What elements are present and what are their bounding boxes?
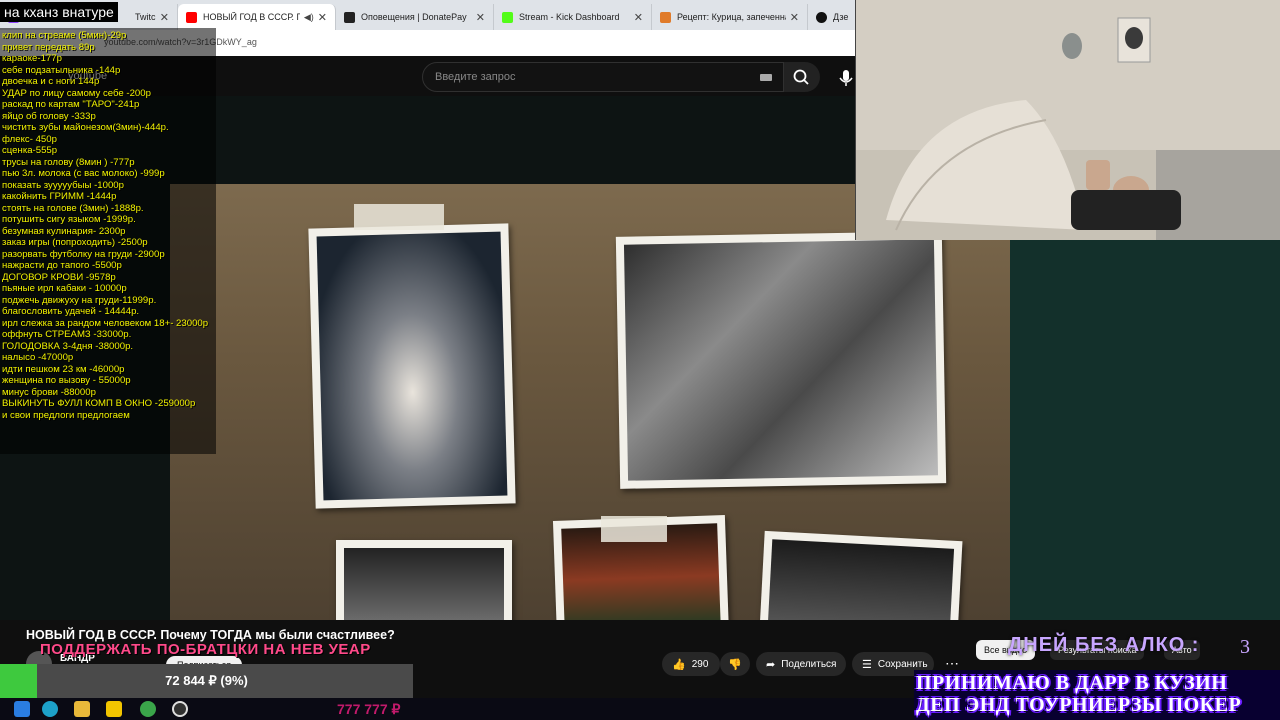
video-photo-tape xyxy=(601,516,667,542)
recipe-icon xyxy=(660,11,671,23)
video-title[interactable]: НОВЫЙ ГОД В СССР. Почему ТОГДА мы были с… xyxy=(26,628,395,642)
price-list-item: яйцо об голову -333р xyxy=(2,110,96,122)
close-icon[interactable]: ✕ xyxy=(160,11,169,24)
price-list-item: ДОГОВОР КРОВИ -9578р xyxy=(2,271,116,283)
price-list-item: привет передать 89р xyxy=(2,41,95,53)
like-count: 290 xyxy=(691,658,709,670)
tab-label: Оповещения | DonatePay xyxy=(361,12,467,22)
price-list-item: женщина по вызову - 55000р xyxy=(2,375,131,386)
price-list-item: идти пешком 23 км -46000р xyxy=(2,363,125,375)
dislike-button[interactable]: 👎 xyxy=(720,652,750,676)
video-photo-small-3 xyxy=(759,530,963,620)
banner-line-1: ПРИНИМАЮ В ДАРР В КУЗИН xyxy=(916,672,1228,694)
video-photo-baby xyxy=(615,231,947,489)
webcam-feed xyxy=(855,0,1280,240)
tab-youtube[interactable]: НОВЫЙ ГОД В СССР. Поче ◀) ✕ xyxy=(178,4,336,30)
promo-banner: ПРИНИМАЮ В ДАРР В КУЗИН ДЕП ЭНД ТОУРНИЕР… xyxy=(914,670,1280,720)
kick-icon xyxy=(502,11,513,23)
youtube-icon xyxy=(186,11,197,23)
price-list-item: разорвать футболку на груди -2900р xyxy=(2,248,165,260)
tab-label: Рецепт: Курица, запеченная в xyxy=(677,12,786,22)
days-sober-count: 3 xyxy=(1240,636,1250,658)
close-icon[interactable]: ✕ xyxy=(790,11,799,24)
close-icon[interactable]: ✕ xyxy=(318,11,327,24)
last-donation: 777 777 ₽ xyxy=(337,701,401,717)
share-label: Поделиться xyxy=(781,658,837,670)
price-list-item: благословить удачей - 14444р. xyxy=(2,306,140,317)
search-input[interactable]: Введите запрос xyxy=(422,62,784,92)
video-photo-girl xyxy=(308,223,516,509)
file-explorer-icon[interactable] xyxy=(74,701,90,717)
price-list-item: показать зууууубыы -1000р xyxy=(2,179,124,191)
speaker-icon[interactable]: ◀) xyxy=(304,12,314,23)
price-list-item: клип на стреаме (5мин)-29р xyxy=(2,30,127,41)
price-list-item: ирл слежка за рандом человеком 18+- 2300… xyxy=(2,317,209,329)
price-list-item: пьяные ирл кабаки - 10000р xyxy=(2,283,127,294)
stream-title: на кханз внатуре xyxy=(0,2,118,22)
banner-line-2: ДЕП ЭНД ТОУРНИЕРЗЫ ПОКЕР xyxy=(916,694,1242,716)
price-list-item: пью 3л. молока (с вас молоко) -999р xyxy=(2,168,165,179)
share-button[interactable]: ➦ Поделиться xyxy=(756,652,846,676)
donation-goal-amount: 72 844 ₽ (9%) xyxy=(165,673,248,688)
price-list-item: чистить зубы майонезом(3мин)-444р. xyxy=(2,122,169,133)
thumbs-up-icon: 👍 xyxy=(672,658,686,671)
donation-goal-bar: 72 844 ₽ (9%) xyxy=(0,664,413,698)
price-list-item: и свои предлоги предлогаем xyxy=(2,409,130,421)
chrome-icon[interactable] xyxy=(140,701,156,717)
save-label: Сохранить xyxy=(877,658,928,670)
price-list-item: ГОЛОДОВКА 3-4дня -38000р. xyxy=(2,340,134,352)
obs-icon[interactable] xyxy=(172,701,188,717)
price-list-item: поджечь движуху на груди-11999р. xyxy=(2,294,157,306)
price-list-item: безумная кулинария- 2300р xyxy=(2,225,126,237)
search-icon xyxy=(793,69,809,85)
close-icon[interactable]: ✕ xyxy=(476,11,485,24)
video-photo-tape xyxy=(354,204,444,230)
price-list-item: сценка-555р xyxy=(2,145,58,156)
windows-start-icon[interactable] xyxy=(14,701,30,717)
dzen-icon xyxy=(816,11,827,23)
price-list-item: нажрасти до тапого -5500р xyxy=(2,260,122,271)
price-list-item: караоке-177р xyxy=(2,53,62,64)
tab-label: Stream - Kick Dashboard xyxy=(519,12,620,22)
price-list-item: двоечка и с ноги 144р xyxy=(2,76,100,87)
tab-dzen[interactable]: Дзе xyxy=(808,4,856,30)
share-icon: ➦ xyxy=(766,658,776,671)
price-list-item: ВЫКИНУТЬ ФУЛЛ КОМП В ОКНО -259000р xyxy=(2,398,196,409)
price-list-item: налысо -47000р xyxy=(2,352,74,363)
price-list-item: себе подзатыльника -144р xyxy=(2,64,121,76)
price-list-item: заказ игры (попроходить) -2500р xyxy=(2,237,148,248)
browser-tab-strip: Twitch ✕ НОВЫЙ ГОД В СССР. Поче ◀) ✕ Опо… xyxy=(0,0,856,30)
app-icon[interactable] xyxy=(106,701,122,717)
video-dark-wall xyxy=(1010,236,1280,620)
price-list-item: потушить сигу языком -1999р. xyxy=(2,214,136,225)
save-icon: ☰ xyxy=(862,658,872,671)
donatepay-icon xyxy=(344,11,355,23)
thumbs-down-icon: 👎 xyxy=(728,658,742,671)
price-list-item: флекс- 450р xyxy=(2,133,57,145)
edge-icon[interactable] xyxy=(42,701,58,717)
price-list-item: минус брови -88000р xyxy=(2,386,96,398)
goal-text: ПОДДЕРЖАТЬ ПО-БРАТЦКИ НА НЕВ УЕАР xyxy=(40,641,371,658)
windows-taskbar xyxy=(0,698,914,720)
like-button[interactable]: 👍 290 xyxy=(662,652,720,676)
price-list-item: УДАР по лицу самому себе -200р xyxy=(2,87,151,99)
tab-recipe[interactable]: Рецепт: Курица, запеченная в ✕ xyxy=(652,4,808,30)
price-list-item: раскад по картам "ТАРО"-241р xyxy=(2,99,140,110)
tab-label: НОВЫЙ ГОД В СССР. Поче xyxy=(203,12,300,22)
screen: Twitch ✕ НОВЫЙ ГОД В СССР. Поче ◀) ✕ Опо… xyxy=(0,0,1280,720)
tab-kick[interactable]: Stream - Kick Dashboard ✕ xyxy=(494,4,652,30)
search-button[interactable] xyxy=(784,62,820,92)
price-list-item: стоять на голове (3мин) -1888р. xyxy=(2,202,144,214)
price-list: клип на стреаме (5мин)-29р привет передат… xyxy=(2,30,208,421)
price-list-item: какойнить ГРИММ -1444р xyxy=(2,191,117,202)
tab-donatepay[interactable]: Оповещения | DonatePay ✕ xyxy=(336,4,494,30)
keyboard-icon[interactable] xyxy=(760,74,772,81)
price-list-item: оффнуть СТРЕАМЗ -33000р. xyxy=(2,329,132,340)
tab-label: Дзе xyxy=(833,12,848,22)
close-icon[interactable]: ✕ xyxy=(634,11,643,24)
video-photo-small-1 xyxy=(336,540,512,620)
price-list-item: трусы на голову (8мин ) -777р xyxy=(2,156,135,168)
days-sober-label: ДНЕЙ БЕЗ АЛКО : xyxy=(1008,634,1200,656)
